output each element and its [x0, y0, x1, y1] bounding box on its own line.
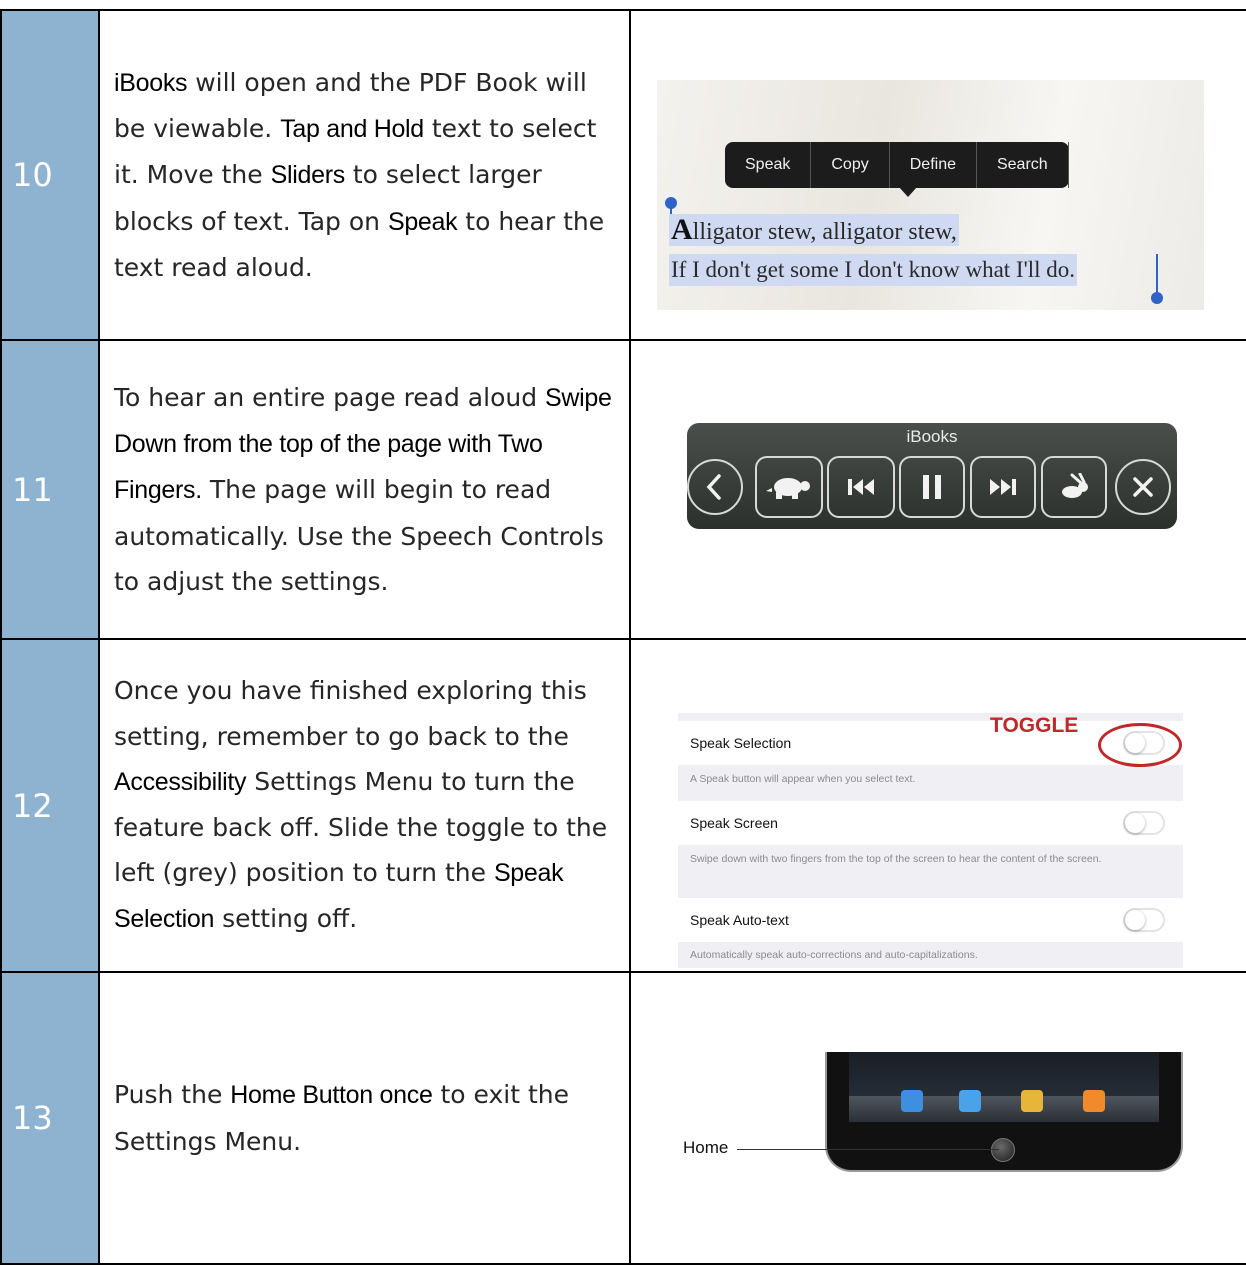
- line1-rest: lligator stew, alligator stew,: [692, 219, 957, 245]
- menu-search[interactable]: Search: [977, 142, 1069, 188]
- drop-cap: A: [671, 213, 693, 246]
- home-callout-line: [737, 1149, 999, 1150]
- ipod-app-icon: [1083, 1090, 1105, 1112]
- speak-screen-toggle[interactable]: [1123, 811, 1165, 835]
- photos-app-icon: [1021, 1090, 1043, 1112]
- selected-text-line-2: If I don't get some I don't know what I'…: [669, 254, 1078, 286]
- edit-menu-popup: Speak Copy Define Search: [725, 142, 1069, 197]
- selected-text-line-1: Alligator stew, alligator stew,: [669, 214, 959, 246]
- instruction-keyword: Tap and Hold: [280, 115, 424, 144]
- safari-app-icon: [901, 1090, 923, 1112]
- setting-row-speak-screen: Speak Screen: [678, 801, 1183, 845]
- step-instructions: iBooks will open and the PDF Book will b…: [98, 9, 631, 341]
- step-number: 10: [0, 9, 100, 341]
- step-instructions: Once you have finished exploring this se…: [98, 638, 631, 973]
- turtle-icon[interactable]: [755, 456, 823, 518]
- step-instructions: To hear an entire page read aloud Swipe …: [98, 339, 631, 640]
- speak-auto-text-toggle[interactable]: [1123, 908, 1165, 932]
- instruction-keyword: Speak: [387, 207, 458, 236]
- home-button[interactable]: [991, 1138, 1015, 1162]
- selection-handle-start[interactable]: [665, 197, 677, 209]
- speech-controls-title: iBooks: [906, 427, 958, 446]
- step-number: 12: [0, 638, 100, 973]
- ibooks-selection-screenshot: Speak Copy Define Search Alligator stew,…: [657, 80, 1204, 310]
- instruction-keyword: Home Button once: [230, 1081, 433, 1110]
- setting-row-speak-auto-text: Speak Auto-text: [678, 898, 1183, 942]
- step-instructions: Push the Home Button once to exit the Se…: [98, 971, 631, 1265]
- setting-label: Speak Auto-text: [690, 912, 789, 928]
- menu-define[interactable]: Define: [890, 142, 977, 188]
- setting-note: A Speak button will appear when you sele…: [690, 773, 916, 785]
- instruction-text: Push the: [114, 1080, 231, 1110]
- setting-note: Automatically speak auto-corrections and…: [690, 949, 978, 961]
- rewind-icon[interactable]: [827, 456, 895, 518]
- selection-handle-end-bar: [1156, 254, 1158, 294]
- instruction-keyword: Sliders: [270, 161, 346, 190]
- instruction-text: To hear an entire page read aloud: [114, 382, 546, 412]
- fast-forward-icon[interactable]: [970, 456, 1036, 518]
- home-callout-label: Home: [683, 1138, 729, 1157]
- menu-speak[interactable]: Speak: [725, 142, 812, 188]
- speech-controls-screenshot: iBooks: [687, 423, 1177, 529]
- toggle-annotation: TOGGLE: [990, 714, 1079, 737]
- back-chevron-icon[interactable]: [687, 459, 743, 515]
- menu-copy[interactable]: Copy: [811, 142, 890, 188]
- step-number: 13: [0, 971, 100, 1265]
- mail-app-icon: [959, 1090, 981, 1112]
- instruction-text: setting off.: [214, 904, 358, 934]
- ipad-screen: [849, 1052, 1159, 1122]
- close-icon[interactable]: [1115, 459, 1171, 515]
- popup-pointer: [899, 187, 917, 197]
- ipad-home-button-screenshot: Home: [675, 1052, 1185, 1176]
- instruction-text: Once you have finished exploring this se…: [114, 676, 587, 751]
- step-number: 11: [0, 339, 100, 640]
- instruction-keyword: Accessibility: [114, 767, 247, 796]
- setting-note: Swipe down with two fingers from the top…: [690, 853, 1102, 865]
- instruction-keyword: iBooks: [114, 68, 188, 97]
- speech-settings-screenshot: Speak Selection A Speak button will appe…: [678, 713, 1183, 968]
- setting-label: Speak Selection: [690, 735, 792, 751]
- ipad-dock: [849, 1096, 1159, 1122]
- setting-label: Speak Screen: [690, 815, 778, 831]
- ipad-device: [825, 1052, 1183, 1172]
- toggle-highlight-ring: [1098, 723, 1182, 767]
- rabbit-icon[interactable]: [1041, 456, 1107, 518]
- selection-handle-end[interactable]: [1151, 292, 1163, 304]
- pause-icon[interactable]: [899, 456, 965, 518]
